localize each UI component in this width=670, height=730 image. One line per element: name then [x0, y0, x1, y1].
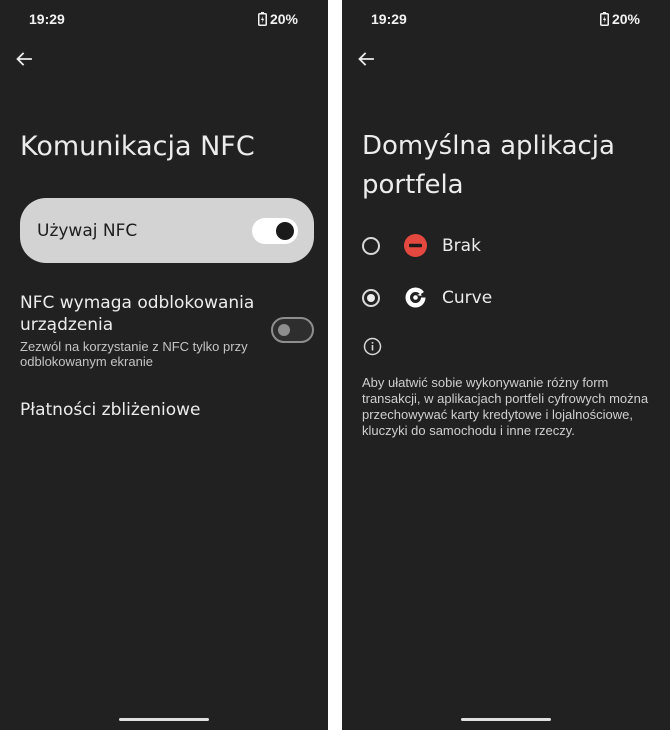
back-button[interactable] [13, 48, 35, 70]
use-nfc-label: Używaj NFC [37, 221, 138, 241]
page-title: Domyślna aplikacja portfela [362, 131, 615, 200]
radio-button[interactable] [362, 237, 380, 255]
wallet-option-brak[interactable]: Brak [362, 228, 652, 264]
contactless-payments-item[interactable]: Płatności zbliżeniowe [20, 400, 200, 420]
status-time: 19:29 [371, 11, 407, 27]
info-icon [363, 337, 382, 356]
arrow-left-icon [358, 52, 374, 66]
home-indicator[interactable] [461, 718, 551, 721]
require-unlock-toggle[interactable] [271, 317, 314, 343]
toggle-knob [276, 222, 294, 240]
wallet-option-curve[interactable]: Curve [362, 280, 652, 316]
require-unlock-title[interactable]: NFC wymaga odblokowania urządzenia [20, 292, 260, 336]
toggle-knob [278, 324, 290, 336]
battery-percent: 20% [611, 11, 640, 27]
no-entry-icon [404, 234, 427, 257]
radio-dot [367, 294, 375, 302]
curve-app-icon [405, 287, 426, 308]
arrow-left-icon [16, 52, 32, 66]
battery-percent: 20% [269, 11, 298, 27]
nfc-settings-screen: 19:29 20% Komunikacja NFC Używaj NFC NFC… [0, 0, 328, 730]
use-nfc-toggle[interactable] [252, 218, 298, 244]
option-label: Curve [442, 288, 493, 308]
wallet-info-text: Aby ułatwić sobie wykonywanie różny form… [362, 375, 649, 438]
status-battery: 20% [599, 11, 640, 27]
option-label: Brak [442, 236, 481, 256]
radio-button-selected[interactable] [362, 289, 380, 307]
home-indicator[interactable] [119, 718, 209, 721]
use-nfc-card[interactable]: Używaj NFC [20, 198, 314, 263]
status-battery: 20% [257, 11, 298, 27]
require-unlock-subtitle: Zezwól na korzystanie z NFC tylko przy o… [20, 339, 248, 369]
battery-charging-icon [599, 12, 609, 26]
default-wallet-screen: 19:29 20% Domyślna aplikacja portfela Br… [342, 0, 670, 730]
status-time: 19:29 [29, 11, 65, 27]
battery-charging-icon [257, 12, 267, 26]
back-button[interactable] [355, 48, 377, 70]
page-title: Komunikacja NFC [20, 131, 255, 162]
